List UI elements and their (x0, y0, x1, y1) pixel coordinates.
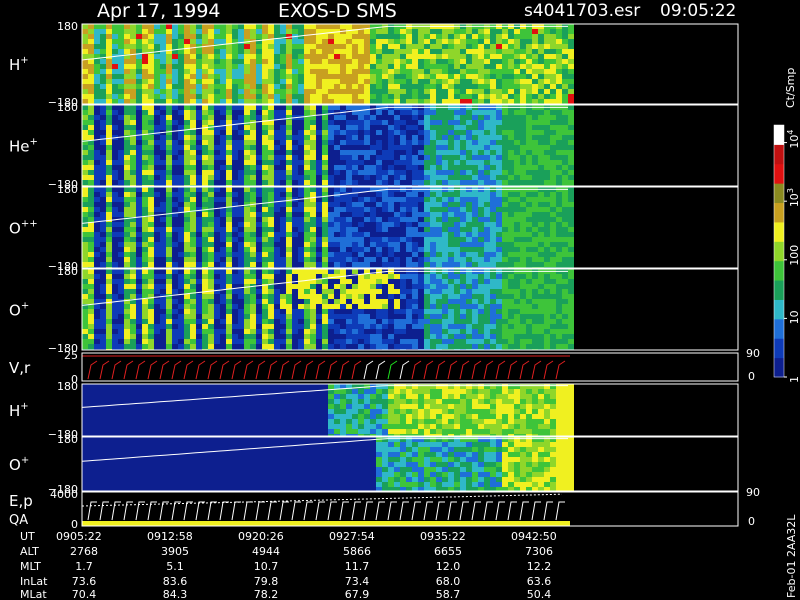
axis-top-label: 180 (57, 433, 78, 446)
ephem-cell: 0935:22 (420, 530, 466, 543)
colorbar-unit: Ct/Smp (784, 68, 797, 108)
colorbar-swatch (774, 163, 784, 184)
ephem-cell: 1.7 (75, 560, 93, 573)
ephem-cell: 0912:58 (147, 530, 193, 543)
colorbar-swatch (774, 318, 784, 339)
ephem-cell: 68.0 (436, 575, 461, 588)
ephem-cell: 12.2 (527, 560, 552, 573)
ephem-cell: 67.9 (345, 588, 370, 600)
plot-date: Apr 17, 1994 (97, 0, 221, 22)
footer-stamp: Feb-01 2AA32L (785, 514, 798, 598)
ephem-cell: 0942:50 (511, 530, 557, 543)
colorbar-swatch (774, 221, 784, 242)
ephem-cell: 79.8 (254, 575, 279, 588)
right-axis-top-label: 90 (746, 486, 760, 499)
axis-top-label: 180 (57, 183, 78, 196)
ephem-cell: 73.6 (72, 575, 97, 588)
ephem-cell: 83.6 (163, 575, 188, 588)
species-label: E,p (9, 492, 33, 510)
ephem-cell: 12.0 (436, 560, 461, 573)
ephem-cell: 7306 (525, 545, 553, 558)
ephem-cell: 73.4 (345, 575, 370, 588)
ephem-cell: 3905 (161, 545, 189, 558)
ephem-cell: 2768 (70, 545, 98, 558)
colorbar-swatch (774, 202, 784, 223)
colorbar-swatch (774, 125, 784, 145)
ephem-cell: 63.6 (527, 575, 552, 588)
colorbar-swatch (774, 299, 784, 320)
right-axis-top-label: 90 (746, 347, 760, 360)
ephem-cell: 58.7 (436, 588, 461, 600)
colorbar-tick-label: 10 (788, 310, 800, 324)
ephem-cell: 6655 (434, 545, 462, 558)
ephem-cell: 0920:26 (238, 530, 284, 543)
axis-top-label: 4000 (50, 488, 78, 501)
species-label: V,r (9, 359, 31, 377)
plot-file: s4041703.esr (524, 1, 640, 21)
colorbar-swatch (774, 338, 784, 359)
axis-top-label: 180 (57, 101, 78, 114)
ephem-cell: 11.7 (345, 560, 370, 573)
colorbar-swatch (774, 144, 784, 165)
ephem-cell: 50.4 (527, 588, 552, 600)
right-axis-bottom-label: 0 (748, 515, 755, 528)
ephem-cell: 78.2 (254, 588, 279, 600)
ephem-cell: 5.1 (166, 560, 184, 573)
axis-top-label: 25 (64, 349, 78, 362)
colorbar-swatch (774, 241, 784, 262)
plot-canvas: Apr 17, 1994 EXOS-D SMS s4041703.esr 09:… (0, 0, 800, 600)
axis-top-label: 180 (57, 380, 78, 393)
ephem-row-label: ALT (20, 545, 39, 558)
colorbar-swatch (774, 280, 784, 300)
plot-time: 09:05:22 (660, 1, 736, 21)
colorbar-swatch (774, 357, 784, 378)
right-axis-bottom-label: 0 (748, 370, 755, 383)
ephem-row-label: InLat (20, 575, 48, 588)
ephem-cell: 0905:22 (56, 530, 102, 543)
ephem-cell: 10.7 (254, 560, 279, 573)
ephem-cell: 4944 (252, 545, 280, 558)
colorbar-swatch (774, 260, 784, 281)
colorbar-tick-label: 100 (788, 245, 800, 266)
species-label-2: QA (9, 513, 28, 528)
axis-top-label: 180 (57, 20, 78, 33)
ephem-row-label: MLat (20, 588, 47, 600)
ephem-row-label: MLT (20, 560, 41, 573)
ephem-cell: 0927:54 (329, 530, 375, 543)
ephem-cell: 84.3 (163, 588, 188, 600)
colorbar-tick-label: 1 (788, 376, 800, 383)
colorbar-swatch (774, 183, 784, 204)
plot-instrument: EXOS-D SMS (278, 0, 397, 22)
ephem-cell: 5866 (343, 545, 371, 558)
ephem-cell: 70.4 (72, 588, 97, 600)
axis-top-label: 180 (57, 265, 78, 278)
ephem-row-label: UT (20, 530, 35, 543)
